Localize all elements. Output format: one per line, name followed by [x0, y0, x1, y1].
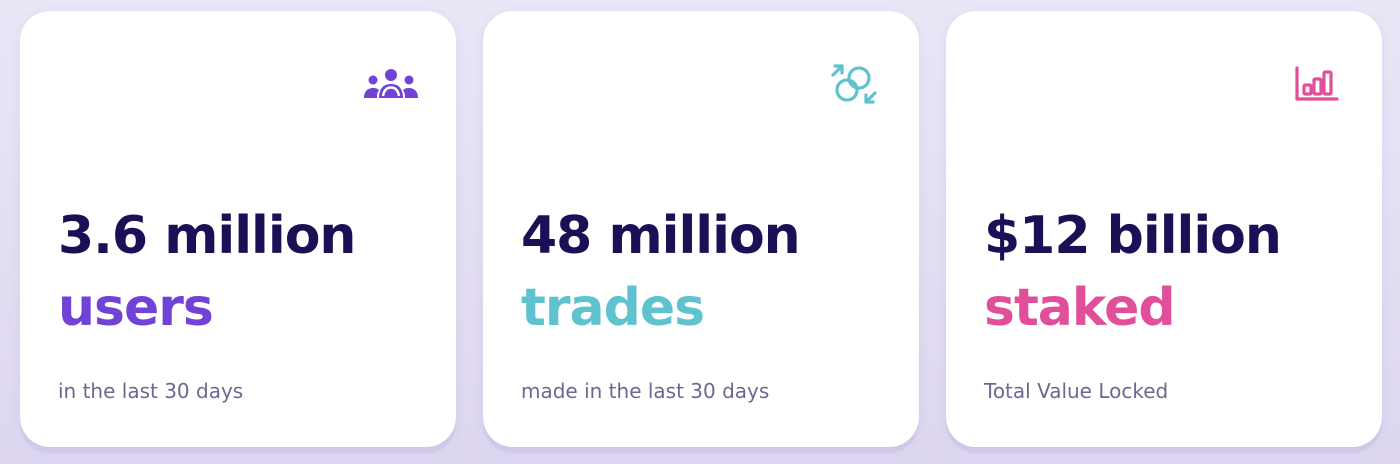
trades-icon	[825, 61, 883, 107]
stat-caption: made in the last 30 days	[521, 379, 770, 403]
stat-card-users: 3.6 million users in the last 30 days	[20, 11, 456, 447]
stat-label: staked	[984, 278, 1176, 338]
bar-chart-icon	[1288, 61, 1346, 107]
stat-card-trades: 48 million trades made in the last 30 da…	[483, 11, 919, 447]
stat-label: trades	[521, 278, 705, 338]
stat-label: users	[58, 278, 214, 338]
stat-value: 48 million	[521, 206, 801, 266]
stat-caption: Total Value Locked	[984, 379, 1169, 403]
stat-value: 3.6 million	[58, 206, 356, 266]
stat-value: $12 billion	[984, 206, 1282, 266]
users-icon	[362, 61, 420, 107]
stat-card-staked: $12 billion staked Total Value Locked	[946, 11, 1382, 447]
stat-caption: in the last 30 days	[58, 379, 244, 403]
